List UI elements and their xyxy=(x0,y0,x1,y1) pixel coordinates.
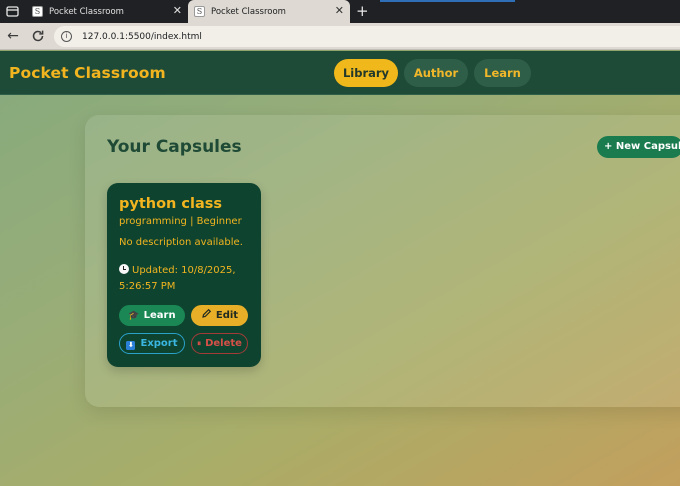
close-icon[interactable]: ✕ xyxy=(173,5,182,17)
pencil-icon xyxy=(202,308,212,318)
export-label: Export xyxy=(140,338,178,349)
browser-tab-active[interactable]: S Pocket Classroom ✕ xyxy=(188,0,350,23)
edit-label: Edit xyxy=(215,310,239,321)
page-content: Pocket Classroom Library Author Learn Yo… xyxy=(0,51,680,486)
app-header: Pocket Classroom Library Author Learn xyxy=(0,51,680,95)
plus-icon[interactable]: + xyxy=(356,2,369,20)
export-button[interactable]: ⬇ Export xyxy=(119,333,185,354)
delete-label: Delete xyxy=(205,338,242,349)
tab-menu-icon[interactable] xyxy=(5,4,20,19)
edit-button[interactable]: Edit xyxy=(191,305,248,326)
capsule-card: python class programming | Beginner No d… xyxy=(107,183,261,367)
delete-button[interactable]: ⏸ Delete xyxy=(191,333,248,354)
info-icon[interactable]: i xyxy=(61,31,72,42)
pause-icon: ⏸ xyxy=(197,339,202,348)
favicon-icon: S xyxy=(32,6,43,17)
graduation-cap-icon: 🎓 xyxy=(128,311,140,321)
nav-author[interactable]: Author xyxy=(404,59,468,87)
clock-icon xyxy=(119,264,129,274)
tab-title: Pocket Classroom xyxy=(49,6,124,17)
capsule-updated: Updated: 10/8/2025, 5:26:57 PM xyxy=(119,263,249,294)
page-title: Your Capsules xyxy=(107,137,242,157)
capsule-description: No description available. xyxy=(119,237,243,248)
new-capsule-button[interactable]: + New Capsule xyxy=(597,136,680,158)
tab-title: Pocket Classroom xyxy=(211,6,286,17)
tab-strip-accent xyxy=(380,0,515,2)
capsule-meta: programming | Beginner xyxy=(119,216,242,227)
learn-button[interactable]: 🎓 Learn xyxy=(119,305,185,326)
capsule-title: python class xyxy=(119,196,223,212)
browser-tab[interactable]: S Pocket Classroom ✕ xyxy=(26,0,188,23)
browser-toolbar: ← i 127.0.0.1:5500/index.html xyxy=(0,23,680,50)
nav-library[interactable]: Library xyxy=(334,59,398,87)
download-icon: ⬇ xyxy=(126,341,136,350)
address-bar[interactable]: i 127.0.0.1:5500/index.html xyxy=(54,26,680,47)
close-icon[interactable]: ✕ xyxy=(335,5,344,17)
back-arrow-icon[interactable]: ← xyxy=(5,28,21,44)
updated-text: Updated: 10/8/2025, 5:26:57 PM xyxy=(119,265,236,292)
nav-learn[interactable]: Learn xyxy=(474,59,531,87)
brand-title[interactable]: Pocket Classroom xyxy=(9,64,166,82)
address-text[interactable]: 127.0.0.1:5500/index.html xyxy=(82,32,202,42)
favicon-icon: S xyxy=(194,6,205,17)
reload-icon[interactable] xyxy=(30,28,46,44)
browser-tab-strip: S Pocket Classroom ✕ S Pocket Classroom … xyxy=(0,0,680,23)
learn-label: Learn xyxy=(143,310,176,321)
